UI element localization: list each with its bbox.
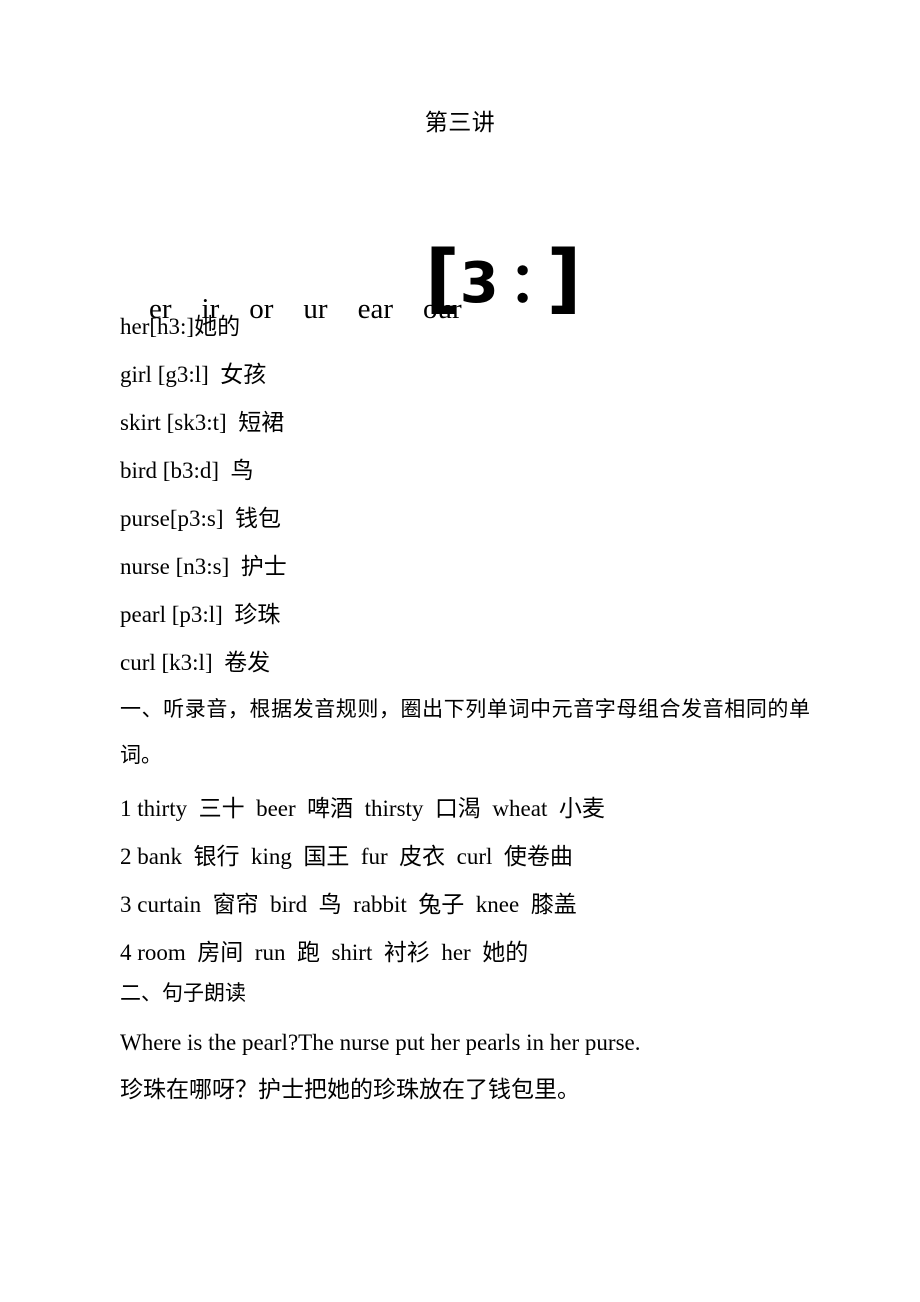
- reading-sentence-chinese: 珍珠在哪呀？护士把她的珍珠放在了钱包里。: [120, 1077, 580, 1102]
- vocabulary-entry: girl [g3:l] 女孩: [120, 362, 267, 387]
- exercise-item: 4 room 房间 run 跑 shirt 衬衫 her 她的: [120, 940, 529, 965]
- vocabulary-list: her[h3:]她的 girl [g3:l] 女孩 skirt [sk3:t] …: [120, 303, 880, 687]
- vocabulary-entry: nurse [n3:s] 护士: [120, 554, 287, 579]
- section-one-items: 1 thirty 三十 beer 啤酒 thirsty 口渴 wheat 小麦 …: [120, 785, 880, 977]
- vocabulary-entry: skirt [sk3:t] 短裙: [120, 410, 285, 435]
- exercise-item: 1 thirty 三十 beer 啤酒 thirsty 口渴 wheat 小麦: [120, 796, 605, 821]
- exercise-item: 2 bank 银行 king 国王 fur 皮衣 curl 使卷曲: [120, 844, 573, 869]
- vocabulary-entry: curl [k3:l] 卷发: [120, 650, 271, 675]
- page-title: 第三讲: [424, 109, 496, 135]
- vocabulary-entry: bird [b3:d] 鸟: [120, 458, 254, 483]
- reading-sentence-english: Where is the pearl?The nurse put her pea…: [120, 1030, 641, 1055]
- section-one-instruction: 一、听录音，根据发音规则，圈出下列单词中元音字母组合发音相同的单词。: [120, 697, 810, 767]
- section-two-heading: 二、句子朗读: [120, 981, 246, 1005]
- vocabulary-entry: purse[p3:s] 钱包: [120, 506, 281, 531]
- worksheet-page: 第三讲 [3：] er ir or ur ear our her[h3:]她的 girl …: [0, 0, 920, 1302]
- vocabulary-entry: pearl [p3:l] 珍珠: [120, 602, 281, 627]
- exercise-item: 3 curtain 窗帘 bird 鸟 rabbit 兔子 knee 膝盖: [120, 892, 577, 917]
- vocabulary-entry: her[h3:]她的: [120, 314, 241, 339]
